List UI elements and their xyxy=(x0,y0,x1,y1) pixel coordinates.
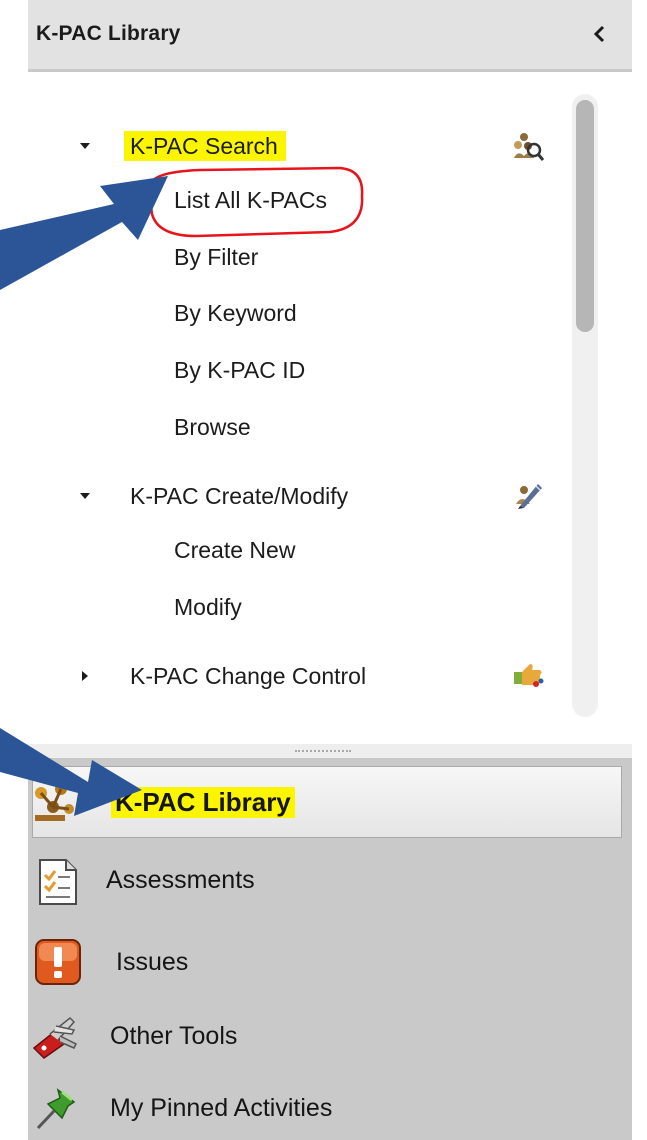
tree-item-label: By Filter xyxy=(174,244,259,270)
navigation-tree: K-PAC Search List All K-PACs By Filter B… xyxy=(28,72,632,744)
edit-pencil-icon xyxy=(516,484,542,509)
tools-icon xyxy=(32,1016,78,1059)
tree-group-label: K-PAC Change Control xyxy=(130,663,367,689)
tree-group-k-pac-change-control[interactable]: K-PAC Change Control xyxy=(130,656,366,696)
library-network-icon xyxy=(35,783,74,821)
nav-item-label: Assessments xyxy=(106,866,255,894)
tree-item-label: List All K-PACs xyxy=(174,187,327,213)
tree-item-by-filter[interactable]: By Filter xyxy=(174,237,258,277)
tree-item-label: Browse xyxy=(174,414,251,440)
nav-item-label: My Pinned Activities xyxy=(110,1094,333,1122)
tree-item-label: By Keyword xyxy=(174,300,297,326)
nav-edge xyxy=(632,744,647,1140)
nav-item-assessments[interactable]: Assessments xyxy=(28,844,632,920)
nav-item-label: K-PAC Library xyxy=(111,787,295,818)
caret-down-icon[interactable] xyxy=(79,490,91,502)
chevron-left-icon xyxy=(593,25,605,43)
tree-scrollbar[interactable] xyxy=(572,94,598,717)
tree-item-browse[interactable]: Browse xyxy=(174,407,251,447)
checklist-icon xyxy=(39,859,77,905)
tree-group-label: K-PAC Create/Modify xyxy=(130,483,349,509)
hand-control-icon xyxy=(514,664,544,687)
panel-title: K-PAC Library xyxy=(36,22,181,45)
warning-icon xyxy=(35,939,81,985)
tree-item-modify[interactable]: Modify xyxy=(174,587,242,627)
scrollbar-thumb[interactable] xyxy=(576,100,594,332)
nav-item-issues[interactable]: Issues xyxy=(28,920,632,996)
nav-item-k-pac-library[interactable]: K-PAC Library xyxy=(32,766,622,838)
panel-header: K-PAC Library xyxy=(28,0,632,72)
splitter-grip xyxy=(295,750,351,752)
nav-item-other-tools[interactable]: Other Tools xyxy=(28,996,632,1072)
collapse-panel-button[interactable] xyxy=(588,20,612,48)
tree-item-label: Modify xyxy=(174,594,242,620)
tree-item-create-new[interactable]: Create New xyxy=(174,530,295,570)
k-pac-sidebar: K-PAC Library K-PAC Search List All K-PA… xyxy=(0,0,647,1140)
search-people-icon xyxy=(514,133,544,161)
nav-item-my-pinned-activities[interactable]: My Pinned Activities xyxy=(28,1066,632,1140)
tree-item-by-k-pac-id[interactable]: By K-PAC ID xyxy=(174,350,305,390)
nav-item-label: Other Tools xyxy=(110,1022,238,1050)
tree-item-by-keyword[interactable]: By Keyword xyxy=(174,293,297,333)
tree-item-list-all-k-pacs[interactable]: List All K-PACs xyxy=(174,180,327,220)
nav-item-label: Issues xyxy=(116,948,189,976)
tree-group-label: K-PAC Search xyxy=(124,131,286,161)
tree-item-label: Create New xyxy=(174,537,296,563)
caret-down-icon[interactable] xyxy=(79,140,91,152)
tree-group-k-pac-create-modify[interactable]: K-PAC Create/Modify xyxy=(130,476,348,516)
caret-right-icon[interactable] xyxy=(79,670,91,682)
panel-splitter[interactable] xyxy=(0,744,647,758)
tree-group-k-pac-search[interactable]: K-PAC Search xyxy=(124,126,286,166)
pin-icon xyxy=(36,1088,76,1130)
module-navigation: K-PAC Library Assessments Issues Other T… xyxy=(28,758,632,1140)
tree-item-label: By K-PAC ID xyxy=(174,357,306,383)
